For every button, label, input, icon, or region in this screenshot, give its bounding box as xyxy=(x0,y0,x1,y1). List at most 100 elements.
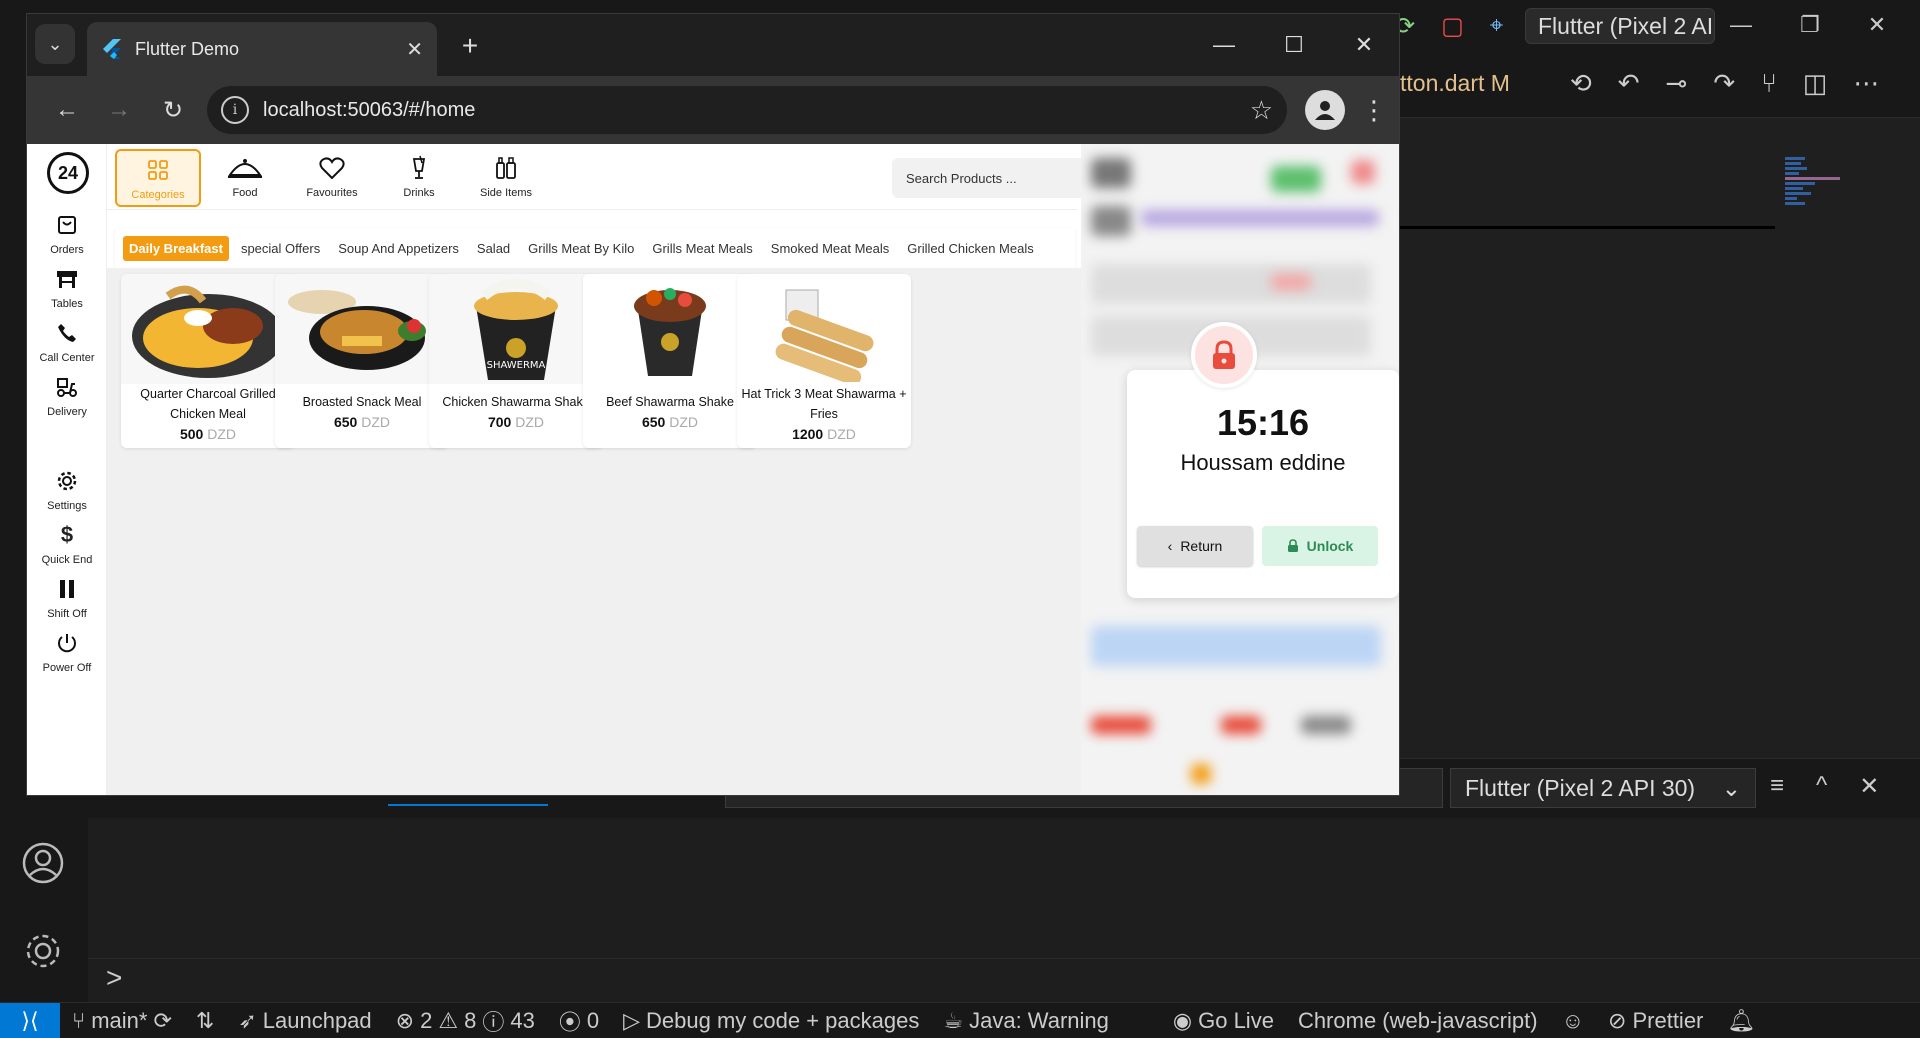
unlock-button[interactable]: Unlock xyxy=(1262,526,1378,566)
nav-delivery[interactable]: Delivery xyxy=(27,374,107,418)
chevron-down-icon: ⌄ xyxy=(1721,775,1741,801)
tab-search-button[interactable]: ⌄ xyxy=(35,24,75,64)
back-button[interactable]: ← xyxy=(47,90,87,130)
product-card[interactable]: Hat Trick 3 Meat Shawarma + Fries 1200 D… xyxy=(737,274,911,448)
accounts-icon[interactable] xyxy=(20,840,66,886)
return-button[interactable]: ‹ Return xyxy=(1137,526,1253,566)
tab-drinks[interactable]: Drinks xyxy=(376,149,462,207)
category-chip[interactable]: Daily Breakfast xyxy=(123,235,229,261)
browser-tab[interactable]: Flutter Demo ✕ xyxy=(87,22,437,76)
category-chip[interactable]: Salad xyxy=(471,236,516,261)
tab-favourites[interactable]: Favourites xyxy=(289,149,375,207)
notifications-status[interactable]: 🔔︎ xyxy=(1715,1008,1767,1034)
timeline-icon[interactable]: ⟲ xyxy=(1570,68,1592,99)
category-chip[interactable]: Grilled Chicken Meals xyxy=(901,236,1039,261)
tab-side-items[interactable]: Side Items xyxy=(463,149,549,207)
minimap[interactable] xyxy=(1785,155,1845,295)
bottles-icon xyxy=(463,153,549,183)
nav-call-center[interactable]: Call Center xyxy=(27,320,107,364)
golive-status[interactable]: ◉ Go Live xyxy=(1161,1008,1286,1034)
product-card[interactable]: Beef Shawarma Shake 650 DZD xyxy=(583,274,757,448)
debug-status[interactable]: ▷ Debug my code + packages xyxy=(611,1008,931,1034)
flutter-icon xyxy=(103,39,121,59)
reload-button[interactable]: ↻ xyxy=(153,90,193,130)
forward-button[interactable]: → xyxy=(99,90,139,130)
nav-shift-off[interactable]: Shift Off xyxy=(27,576,107,620)
category-chip[interactable]: special Offers xyxy=(235,236,326,261)
product-price: 500 DZD xyxy=(179,426,237,442)
manage-gear-icon[interactable] xyxy=(20,928,66,974)
ports-status[interactable]: ⦿ 0 xyxy=(547,1005,611,1037)
stop-icon[interactable]: ▢ xyxy=(1441,12,1464,41)
rocket-icon: ➶ xyxy=(238,1007,257,1033)
pause-icon xyxy=(27,576,107,602)
branch-status[interactable]: ⑂ main* ⟳ xyxy=(60,1008,184,1034)
remote-indicator[interactable]: ⟩⟨ xyxy=(0,1002,60,1038)
launchpad-status[interactable]: ➶ Launchpad xyxy=(226,1008,383,1034)
nav-settings[interactable]: Settings xyxy=(27,468,107,512)
commit-icon[interactable]: ⊸ xyxy=(1666,68,1688,99)
debug-target-select[interactable]: Flutter (Pixel 2 API 30) ⌄ xyxy=(1450,768,1756,808)
editor-tab[interactable]: tton.dart M xyxy=(1400,70,1510,97)
address-bar[interactable]: i localhost:50063/#/home ☆ xyxy=(207,86,1287,134)
tab-food[interactable]: Food xyxy=(202,149,288,207)
bookmark-star-icon[interactable]: ☆ xyxy=(1250,95,1273,126)
lock-badge xyxy=(1191,322,1257,388)
category-chip[interactable]: Smoked Meat Meals xyxy=(765,236,896,261)
active-panel-tab-indicator xyxy=(388,804,548,806)
close-tab-icon[interactable]: ✕ xyxy=(406,37,423,62)
remote-icon: ⟩⟨ xyxy=(21,1007,39,1033)
close-panel-icon[interactable]: ✕ xyxy=(1859,772,1879,801)
broadcast-icon: ⦿ xyxy=(558,1009,581,1035)
vscode-window-controls: — ❐ ✕ xyxy=(1730,12,1886,38)
minimize-icon[interactable]: — xyxy=(1730,12,1752,38)
dollar-icon: $ xyxy=(60,522,74,547)
git-graph-status[interactable]: ⇅ xyxy=(184,1008,226,1034)
tab-categories[interactable]: Categories xyxy=(115,149,201,207)
clear-console-icon[interactable]: ≡ xyxy=(1770,772,1784,801)
inspect-icon[interactable]: ⌖ xyxy=(1490,12,1504,41)
category-chip[interactable]: Grills Meat By Kilo xyxy=(522,236,640,261)
git-graph-icon[interactable]: ⑂ xyxy=(1761,68,1777,99)
power-icon xyxy=(27,630,107,656)
maximize-panel-icon[interactable]: ^ xyxy=(1816,772,1827,801)
product-image: SHAWERMA xyxy=(429,274,603,384)
svg-text:SHAWERMA: SHAWERMA xyxy=(487,360,546,371)
go-back-icon[interactable]: ↶ xyxy=(1618,68,1640,99)
nav-quick-end[interactable]: $ Quick End xyxy=(27,522,107,566)
category-chip[interactable]: Soup And Appetizers xyxy=(332,236,465,261)
product-price: 1200 DZD xyxy=(792,426,856,442)
nav-orders[interactable]: Orders xyxy=(27,212,107,256)
problems-status[interactable]: ⊗ 2 ⚠ 8 ⓘ 43 xyxy=(384,1005,547,1037)
minimize-icon[interactable]: — xyxy=(1189,14,1259,76)
site-info-icon[interactable]: i xyxy=(221,96,249,124)
chrome-menu-icon[interactable]: ⋮ xyxy=(1359,90,1389,130)
chrome-debug-status[interactable]: Chrome (web-javascript) xyxy=(1286,1008,1550,1034)
java-status[interactable]: ☕ Java: Warning xyxy=(931,1008,1121,1034)
split-editor-icon[interactable]: ◫ xyxy=(1803,68,1828,99)
close-icon[interactable]: ✕ xyxy=(1868,12,1886,38)
nav-power-off[interactable]: Power Off xyxy=(27,630,107,674)
new-tab-button[interactable]: + xyxy=(452,28,488,64)
prettier-status[interactable]: ⊘ Prettier xyxy=(1596,1008,1715,1034)
more-actions-icon[interactable]: ⋯ xyxy=(1853,68,1879,99)
product-card[interactable]: Quarter Charcoal Grilled Chicken Meal 50… xyxy=(121,274,295,448)
profile-avatar[interactable] xyxy=(1305,90,1345,130)
category-chip[interactable]: Grills Meat Meals xyxy=(646,236,758,261)
restore-icon[interactable]: ❐ xyxy=(1800,12,1820,38)
command-center[interactable]: Flutter (Pixel 2 AI xyxy=(1525,8,1715,44)
maximize-icon[interactable]: ☐ xyxy=(1259,14,1329,76)
editor-divider xyxy=(1400,226,1775,229)
product-image xyxy=(275,274,449,384)
go-forward-icon[interactable]: ↷ xyxy=(1713,68,1735,99)
editor-actions: ⟲ ↶ ⊸ ↷ ⑂ ◫ ⋯ xyxy=(1570,68,1879,99)
terminal-prompt[interactable]: > xyxy=(106,962,122,994)
nav-tables[interactable]: Tables xyxy=(27,266,107,310)
product-card[interactable]: SHAWERMA Chicken Shawarma Shake 700 DZD xyxy=(429,274,603,448)
close-icon[interactable]: ✕ xyxy=(1329,14,1399,76)
coffee-icon: ☕ xyxy=(943,1007,964,1033)
chevron-down-icon: ⌄ xyxy=(47,33,63,54)
url-text[interactable]: localhost:50063/#/home xyxy=(263,99,1250,122)
copilot-status[interactable]: ☺ xyxy=(1550,1008,1596,1034)
product-card[interactable]: Broasted Snack Meal 650 DZD xyxy=(275,274,449,448)
